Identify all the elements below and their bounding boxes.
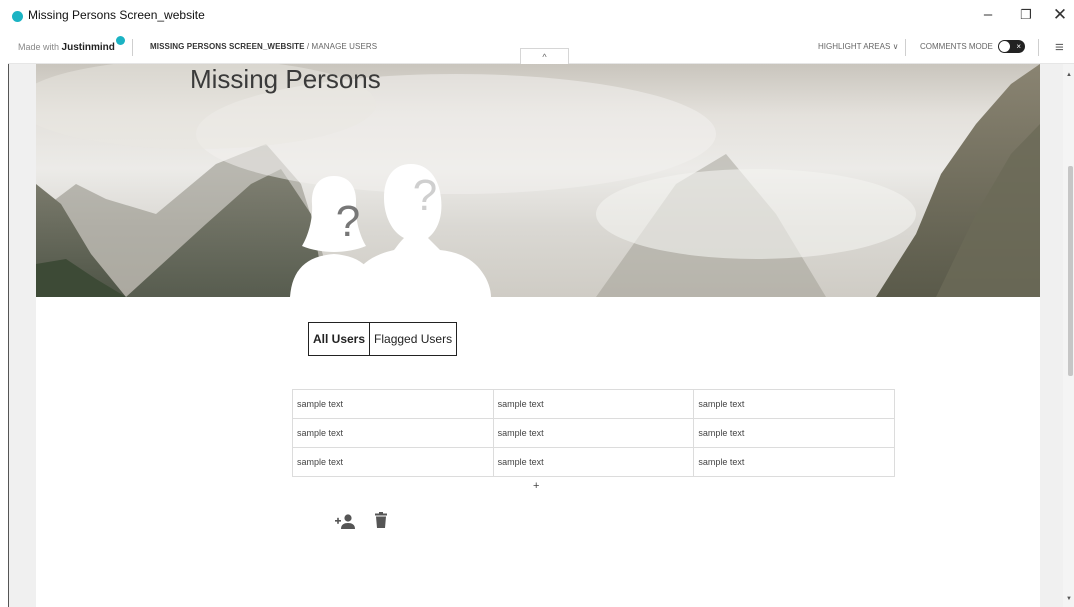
breadcrumb: MISSING PERSONS SCREEN_WEBSITE / MANAGE …: [150, 42, 377, 51]
table-cell: sample text: [292, 389, 494, 419]
highlight-areas-label: HIGHLIGHT AREAS: [818, 42, 891, 51]
page-content: ? ? Missing Persons All Users Flagged Us…: [36, 64, 1040, 607]
breadcrumb-project[interactable]: MISSING PERSONS SCREEN_WEBSITE: [150, 42, 305, 51]
trash-icon[interactable]: [375, 512, 387, 528]
table-cell: sample text: [292, 418, 494, 448]
users-table: sample text sample text sample text samp…: [292, 389, 895, 477]
table-cell: sample text: [492, 447, 695, 477]
toggle-knob: [999, 41, 1010, 52]
scroll-up-arrow-icon[interactable]: ▲: [1066, 72, 1072, 78]
table-cell: sample text: [693, 447, 895, 477]
window-titlebar: Missing Persons Screen_website – ❐ ✕: [0, 0, 1074, 30]
chevron-up-icon: ^: [542, 52, 547, 62]
table-cell: sample text: [292, 447, 494, 477]
window-title: Missing Persons Screen_website: [28, 8, 205, 22]
brand-name: Justinmind: [61, 42, 115, 53]
chevron-down-icon: ∨: [892, 42, 899, 51]
toolbar-divider: [132, 39, 133, 56]
highlight-areas-dropdown[interactable]: HIGHLIGHT AREAS ∨: [818, 42, 898, 51]
app-logo-icon: [12, 11, 23, 22]
comments-mode-label: COMMENTS MODE: [920, 42, 993, 51]
question-mark-glyph: ?: [413, 171, 437, 220]
toolbar-divider: [1038, 39, 1039, 56]
comments-mode-toggle[interactable]: ×: [998, 40, 1025, 53]
toggle-off-icon: ×: [1016, 42, 1021, 51]
tab-flagged-users[interactable]: Flagged Users: [370, 323, 456, 355]
close-button[interactable]: ✕: [1046, 4, 1074, 26]
tab-all-users[interactable]: All Users: [309, 323, 371, 355]
brand-dot-icon: [115, 36, 125, 45]
scroll-down-arrow-icon[interactable]: ▼: [1066, 596, 1072, 602]
table-cell: sample text: [492, 389, 695, 419]
add-user-icon[interactable]: [335, 513, 355, 529]
table-cell: sample text: [693, 389, 895, 419]
table-cell: sample text: [693, 418, 895, 448]
question-mark-glyph: ?: [336, 197, 360, 246]
add-row-button[interactable]: +: [533, 480, 539, 492]
hero-banner: ? ? Missing Persons: [36, 64, 1040, 297]
menu-icon[interactable]: ≡: [1055, 39, 1064, 56]
made-with-label: Made with: [18, 42, 60, 52]
scrollbar-thumb[interactable]: [1068, 166, 1073, 376]
table-cell: sample text: [492, 418, 695, 448]
user-filter-tabs: All Users Flagged Users: [308, 322, 458, 356]
made-with-badge[interactable]: Made with Justinmind: [18, 36, 125, 53]
table-row[interactable]: sample text sample text sample text: [292, 418, 895, 448]
mountain-landscape-image: ? ?: [36, 64, 1040, 297]
table-row[interactable]: sample text sample text sample text: [292, 447, 895, 477]
page-title: Missing Persons: [190, 64, 381, 94]
collapse-toolbar-button[interactable]: ^: [520, 48, 569, 65]
prototype-toolbar: Made with Justinmind MISSING PERSONS SCR…: [8, 30, 1074, 65]
minimize-button[interactable]: –: [974, 4, 1002, 26]
breadcrumb-page: / MANAGE USERS: [304, 42, 378, 51]
page-viewport: ? ? Missing Persons All Users Flagged Us…: [9, 64, 1063, 607]
toolbar-divider: [905, 39, 906, 56]
maximize-button[interactable]: ❐: [1012, 4, 1040, 26]
table-row[interactable]: sample text sample text sample text: [292, 389, 895, 419]
